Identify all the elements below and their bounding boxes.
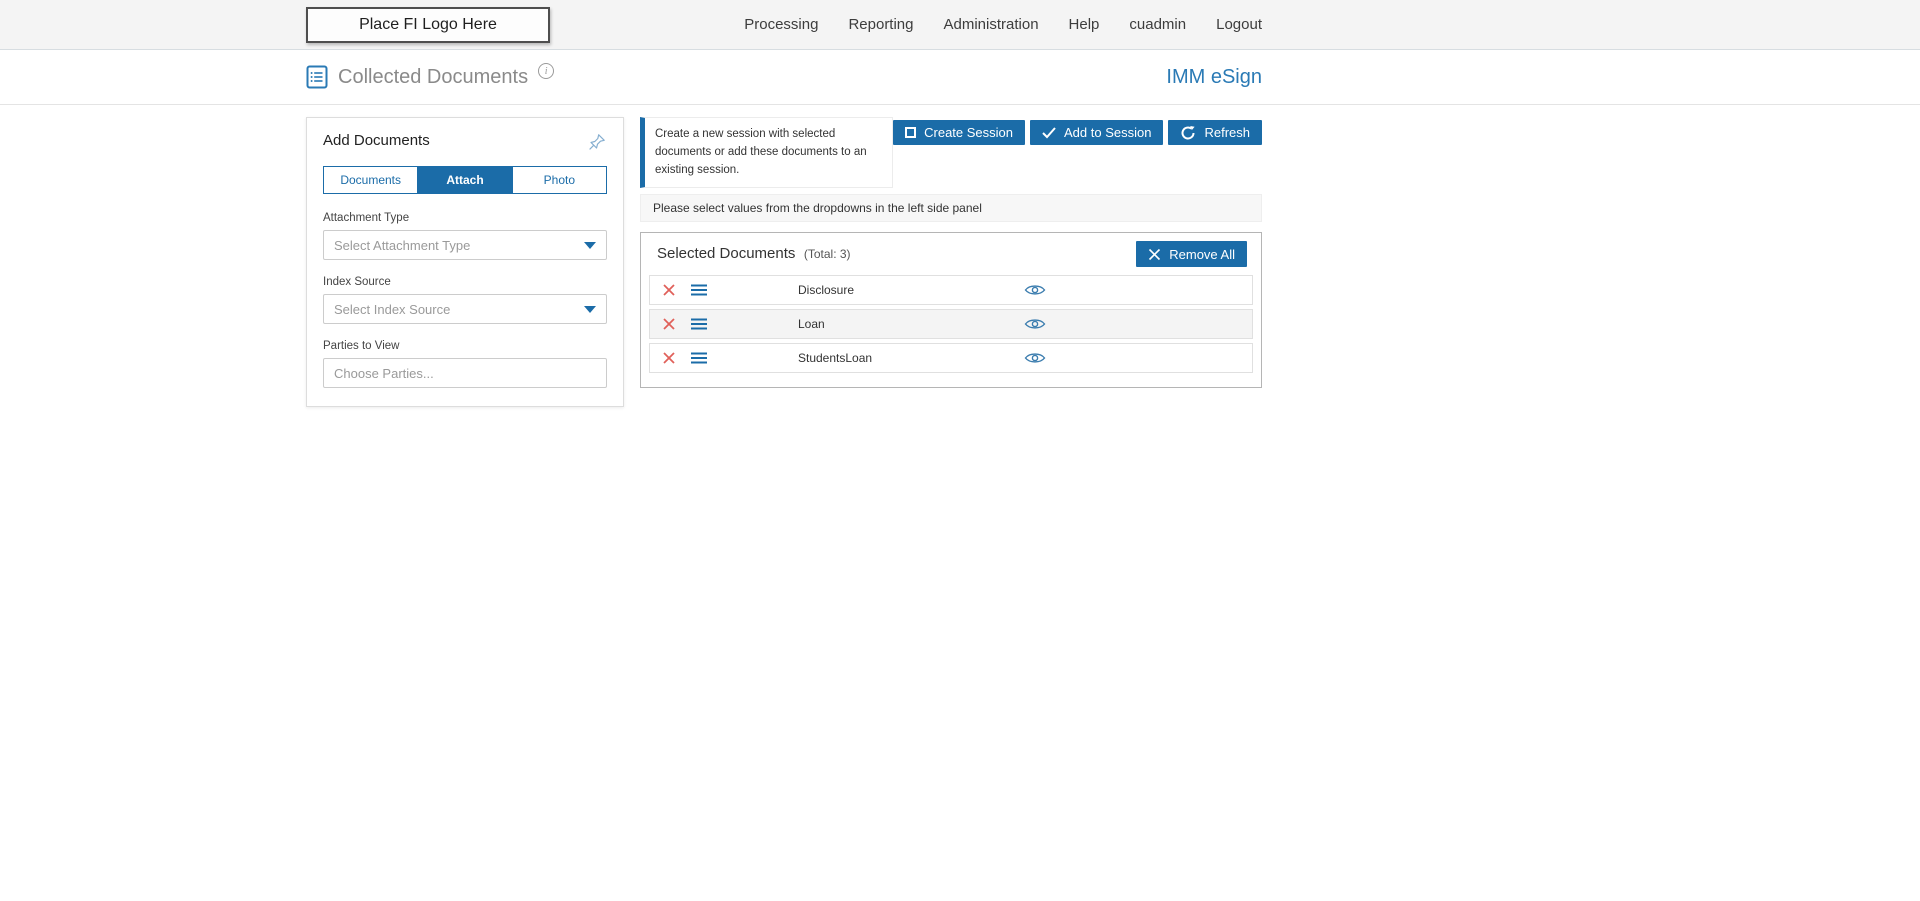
chevron-down-icon: [584, 242, 596, 249]
document-rows: Disclosure: [641, 273, 1261, 387]
nav-user-cuadmin[interactable]: cuadmin: [1129, 16, 1186, 33]
document-name: Loan: [798, 317, 825, 331]
session-info-text: Create a new session with selected docum…: [655, 128, 867, 176]
selected-documents-panel: Selected Documents (Total: 3) Remove All: [640, 232, 1262, 388]
page-title: Collected Documents: [338, 66, 528, 89]
attachment-type-placeholder: Select Attachment Type: [334, 238, 470, 253]
session-info-message: Create a new session with selected docum…: [640, 117, 893, 188]
remove-all-label: Remove All: [1169, 247, 1235, 262]
view-document-button[interactable]: [1022, 281, 1048, 299]
add-documents-title: Add Documents: [323, 132, 430, 149]
index-source-placeholder: Select Index Source: [334, 302, 450, 317]
view-document-button[interactable]: [1022, 315, 1048, 333]
document-row: StudentsLoan: [649, 343, 1253, 373]
refresh-label: Refresh: [1204, 125, 1250, 140]
nav-reporting[interactable]: Reporting: [848, 16, 913, 33]
create-session-label: Create Session: [924, 125, 1013, 140]
nav-administration[interactable]: Administration: [944, 16, 1039, 33]
remove-all-button[interactable]: Remove All: [1136, 241, 1247, 267]
add-documents-panel: Add Documents Documents Attach Photo Att…: [306, 117, 624, 407]
tab-photo[interactable]: Photo: [512, 167, 606, 193]
top-nav: Processing Reporting Administration Help…: [744, 16, 1262, 33]
dropdown-hint-bar: Please select values from the dropdowns …: [640, 194, 1262, 222]
info-icon[interactable]: i: [538, 63, 554, 79]
create-session-button[interactable]: Create Session: [893, 120, 1025, 145]
session-actions: Create Session Add to Session: [893, 120, 1262, 145]
main-content: Add Documents Documents Attach Photo Att…: [0, 105, 1920, 407]
view-document-button[interactable]: [1022, 349, 1048, 367]
attachment-type-label: Attachment Type: [323, 212, 607, 224]
document-row: Disclosure: [649, 275, 1253, 305]
chevron-down-icon: [584, 306, 596, 313]
tab-documents[interactable]: Documents: [324, 167, 417, 193]
session-area: Create a new session with selected docum…: [640, 117, 1262, 388]
document-list-icon: [306, 65, 328, 89]
refresh-button[interactable]: Refresh: [1168, 120, 1262, 145]
nav-processing[interactable]: Processing: [744, 16, 818, 33]
tab-attach[interactable]: Attach: [417, 167, 511, 193]
parties-to-view-label: Parties to View: [323, 340, 607, 352]
document-name: StudentsLoan: [798, 351, 872, 365]
top-bar: Place FI Logo Here Processing Reporting …: [0, 0, 1920, 50]
drag-handle-icon[interactable]: [690, 318, 708, 331]
fi-logo-label: Place FI Logo Here: [359, 16, 497, 34]
remove-document-button[interactable]: [660, 349, 678, 367]
selected-documents-total: (Total: 3): [804, 247, 851, 261]
document-row: Loan: [649, 309, 1253, 339]
check-icon: [1042, 127, 1056, 139]
remove-document-button[interactable]: [660, 281, 678, 299]
x-icon: [1148, 248, 1161, 261]
choose-parties-input[interactable]: [323, 358, 607, 388]
nav-logout[interactable]: Logout: [1216, 16, 1262, 33]
drag-handle-icon[interactable]: [690, 284, 708, 297]
selected-documents-heading: Selected Documents (Total: 3): [657, 245, 851, 263]
page-header: Collected Documents i IMM eSign: [0, 50, 1920, 105]
document-name: Disclosure: [798, 283, 854, 297]
fi-logo-placeholder: Place FI Logo Here: [306, 7, 550, 43]
drag-handle-icon[interactable]: [690, 352, 708, 365]
brand-imm-esign: IMM eSign: [1166, 66, 1262, 89]
nav-help[interactable]: Help: [1069, 16, 1100, 33]
index-source-select[interactable]: Select Index Source: [323, 294, 607, 324]
add-to-session-button[interactable]: Add to Session: [1030, 120, 1163, 145]
remove-document-button[interactable]: [660, 315, 678, 333]
dropdown-hint-text: Please select values from the dropdowns …: [653, 201, 982, 215]
add-to-session-label: Add to Session: [1064, 125, 1151, 140]
attachment-type-select[interactable]: Select Attachment Type: [323, 230, 607, 260]
pushpin-icon[interactable]: [588, 132, 607, 154]
refresh-icon: [1180, 125, 1196, 141]
add-documents-tabs: Documents Attach Photo: [323, 166, 607, 194]
index-source-label: Index Source: [323, 276, 607, 288]
selected-documents-title: Selected Documents: [657, 245, 795, 262]
square-icon: [905, 127, 916, 138]
